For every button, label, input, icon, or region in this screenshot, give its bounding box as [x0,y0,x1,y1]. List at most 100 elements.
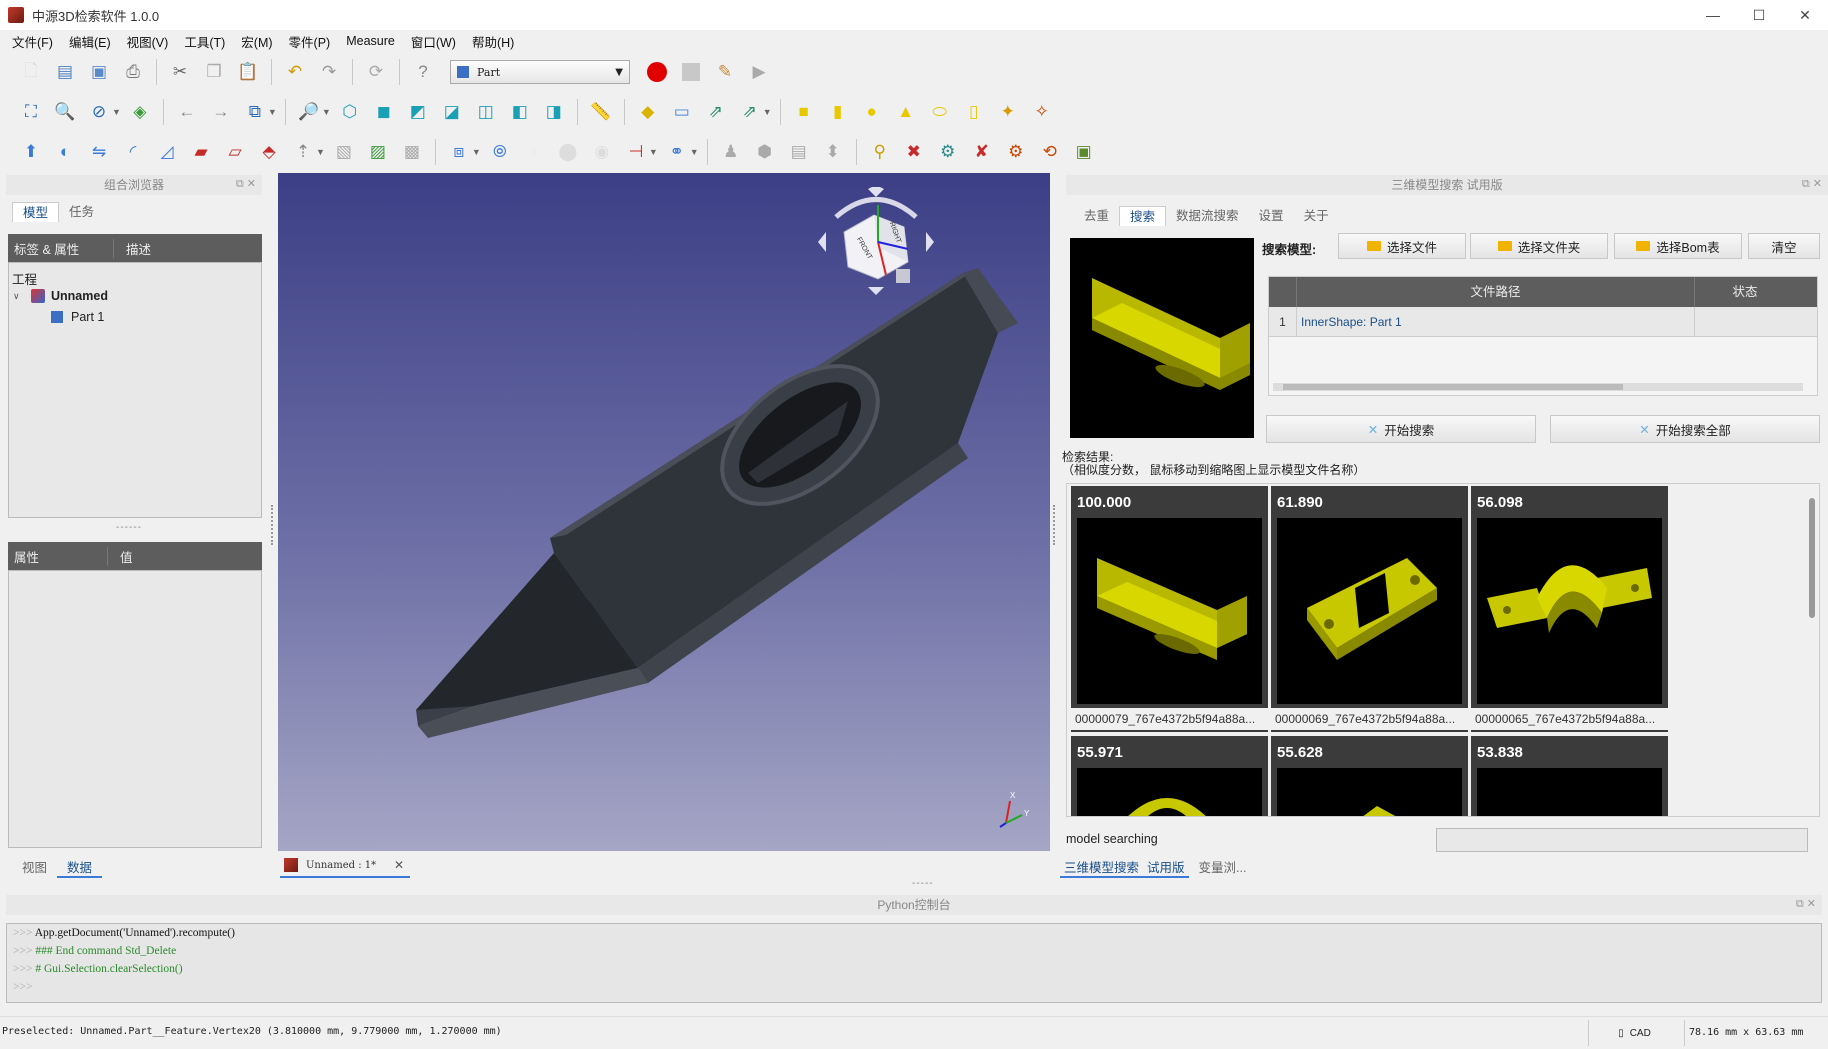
compound-icon[interactable]: ⧈ [445,138,473,166]
chamfer-icon[interactable]: ◿ [153,138,181,166]
tab-tasks[interactable]: 任务 [59,202,104,222]
mirror-icon[interactable]: ⇋ [85,138,113,166]
workbench-selector[interactable]: Part ▼ [450,60,630,84]
join-features-icon[interactable]: ⊣ [622,138,650,166]
sweep-icon[interactable]: ⇡ [289,138,317,166]
settings-icon[interactable]: ⚙ [1002,138,1030,166]
tab-settings[interactable]: 设置 [1249,206,1294,226]
tab-about[interactable]: 关于 [1294,206,1339,226]
tree-col-description[interactable]: 描述 [114,239,151,258]
dropdown-arrow-icon[interactable]: ▼ [690,147,699,157]
torus-icon[interactable]: ⬭ [926,98,954,126]
tab-model[interactable]: 模型 [12,202,60,222]
right-view-icon[interactable]: ◪ [438,98,466,126]
print-icon[interactable]: ⎙ [119,58,147,86]
select-bom-button[interactable]: 选择Bom表 [1614,233,1742,259]
primitives-icon[interactable]: ✦ [994,98,1022,126]
tab-trial[interactable]: 试用版 [1143,858,1189,878]
offset-icon[interactable]: ▩ [398,138,426,166]
sphere-icon[interactable]: ● [858,98,886,126]
dropdown-arrow-icon[interactable]: ▼ [112,107,121,117]
isometric-view-icon[interactable]: ⬡ [336,98,364,126]
tab-data[interactable]: 数据 [57,858,103,878]
thickness-icon[interactable]: ▤ [785,138,813,166]
link-actions-icon[interactable]: ⇗ [736,98,764,126]
create-group-icon[interactable]: ▭ [668,98,696,126]
result-card[interactable]: 56.098 00000065_767e4372b5f94a88a... [1471,486,1668,732]
remove-icon[interactable]: ✘ [968,138,996,166]
tab-3d-search[interactable]: 三维模型搜索 [1060,858,1144,878]
scrollbar-thumb[interactable] [1809,498,1815,618]
python-console[interactable]: >>> App.getDocument('Unnamed').recompute… [6,923,1822,1003]
edit-macro-icon[interactable]: ✎ [711,58,739,86]
menu-measure[interactable]: Measure [338,34,403,48]
fit-selection-icon[interactable]: 🔍 [51,98,79,126]
new-file-icon[interactable]: 🗋 [17,58,45,86]
nav-arrow-right-icon[interactable] [926,232,934,252]
tab-view[interactable]: 视图 [12,858,57,878]
menu-window[interactable]: 窗口(W) [403,32,464,51]
tree-col-label[interactable]: 标签 & 属性 [8,238,114,258]
tab-stream-search[interactable]: 数据流搜索 [1166,206,1249,226]
batch-search-icon[interactable]: ⚙ [934,138,962,166]
prop-col-value[interactable]: 值 [108,547,133,566]
tube-icon[interactable]: ▯ [960,98,988,126]
result-thumbnail[interactable] [1277,768,1462,816]
start-search-button[interactable]: ✕ 开始搜索 [1266,415,1536,443]
check-geometry-icon[interactable]: ♟ [717,138,745,166]
search-model-icon[interactable]: ⚲ [866,138,894,166]
horizontal-scrollbar[interactable] [1273,383,1803,391]
cone-icon[interactable]: ▲ [892,98,920,126]
dropdown-arrow-icon[interactable]: ▼ [322,107,331,117]
about-icon[interactable]: ▣ [1070,138,1098,166]
create-part-icon[interactable]: ◆ [634,98,662,126]
dropdown-arrow-icon[interactable]: ▼ [268,107,277,117]
box-icon[interactable]: ■ [790,98,818,126]
ruled-surface-icon[interactable]: ▱ [221,138,249,166]
cut-boolean-icon[interactable]: ● [520,138,548,166]
stop-macro-icon[interactable] [677,58,705,86]
defeaturing-icon[interactable]: ⬢ [751,138,779,166]
close-window-button[interactable]: ✕ [1782,0,1828,30]
menu-edit[interactable]: 编辑(E) [61,32,119,51]
close-dock-icon[interactable]: ⧉ ✕ [236,177,256,191]
result-thumbnail[interactable] [1077,518,1262,704]
start-search-all-button[interactable]: ✕ 开始搜索全部 [1550,415,1820,443]
copy-icon[interactable]: ❐ [200,58,228,86]
redo-icon[interactable]: ↷ [315,58,343,86]
refresh-icon[interactable]: ⟳ [362,58,390,86]
minimize-button[interactable]: — [1690,0,1736,30]
measure-icon[interactable]: 📏 [587,98,615,126]
prop-col-property[interactable]: 属性 [8,546,108,566]
menu-file[interactable]: 文件(F) [4,32,61,51]
cross-sections-icon[interactable]: ▨ [364,138,392,166]
tree-item-document[interactable]: ∨ Unnamed [13,289,108,303]
fuse-icon[interactable]: ⬤ [554,138,582,166]
menu-tools[interactable]: 工具(T) [176,32,233,51]
document-tab[interactable]: Unnamed : 1* ✕ [280,854,410,878]
whats-this-icon[interactable]: ? [409,58,437,86]
rotate-arc-icon[interactable] [834,197,918,219]
sync-icon[interactable]: ⟲ [1036,138,1064,166]
common-icon[interactable]: ◉ [588,138,616,166]
cylinder-icon[interactable]: ▮ [824,98,852,126]
link-icon[interactable]: ⇗ [702,98,730,126]
paste-icon[interactable]: 📋 [234,58,262,86]
file-table-col-path[interactable]: 文件路径 [1297,277,1695,307]
shape-builder-icon[interactable]: ✧ [1028,98,1056,126]
fit-all-icon[interactable]: ⛶ [17,98,45,126]
select-folder-button[interactable]: 选择文件夹 [1470,233,1608,259]
close-dock-icon[interactable]: ⧉ ✕ [1796,897,1816,911]
run-macro-icon[interactable]: ▶ [745,58,773,86]
split-icon[interactable]: ⚭ [663,138,691,166]
close-dock-icon[interactable]: ⧉ ✕ [1802,177,1822,191]
tab-dedupe[interactable]: 去重 [1074,206,1119,226]
bounding-box-icon[interactable]: ◈ [126,98,154,126]
dedupe-icon[interactable]: ✖ [900,138,928,166]
save-icon[interactable]: ▣ [85,58,113,86]
zoom-icon[interactable]: 🔎 [295,98,323,126]
top-view-icon[interactable]: ◩ [404,98,432,126]
navigation-cube[interactable]: FRONT RIGHT [816,185,936,297]
dropdown-arrow-icon[interactable]: ▼ [649,147,658,157]
back-icon[interactable]: ← [173,98,201,126]
